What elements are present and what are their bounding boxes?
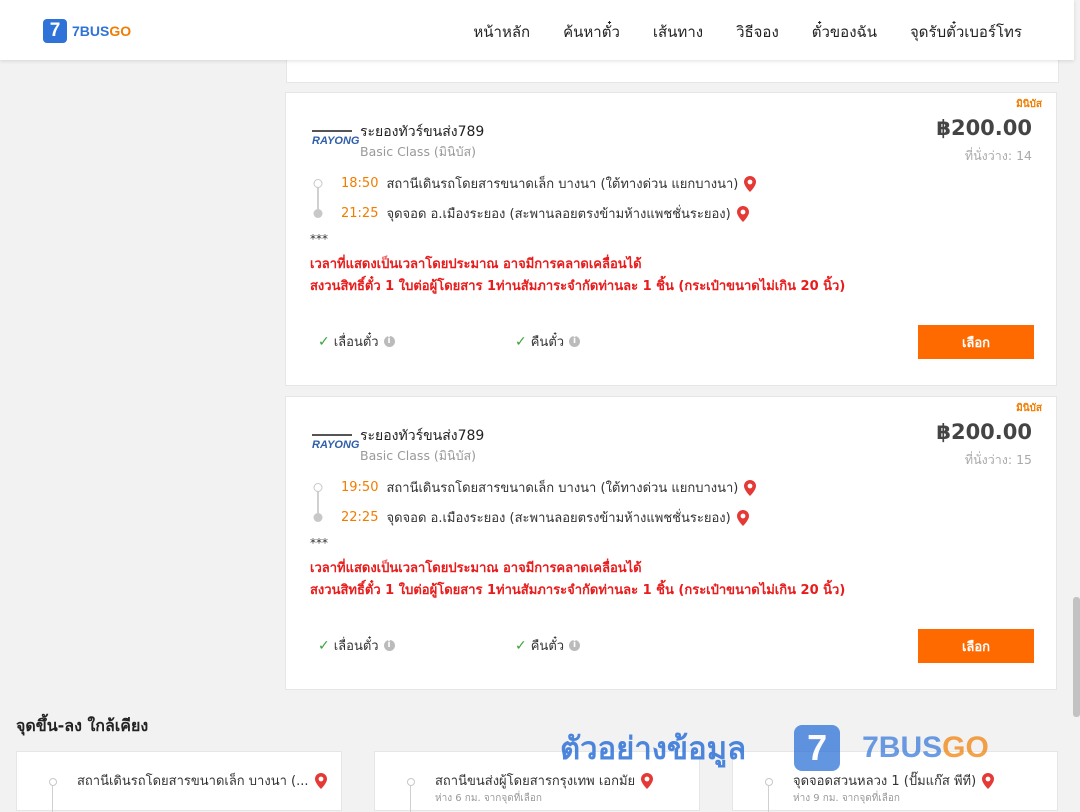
departure-dot-icon	[313, 483, 323, 492]
map-pin-icon[interactable]	[641, 772, 654, 789]
check-icon: ✓	[515, 333, 527, 350]
stop-line	[52, 786, 53, 812]
arrival-place: จุดจอด อ.เมืองระยอง (สะพานลอยตรงข้ามห้าง…	[386, 207, 731, 222]
reschedule-policy: ✓ เลื่อนตั๋ว i	[318, 635, 395, 656]
trip-card: มินิบัส RAYONG ระยองทัวร์ขนส่ง789 Basic …	[285, 92, 1057, 386]
time-notice: เวลาที่แสดงเป็นเวลาโดยประมาณ อาจมีการคลา…	[310, 257, 642, 272]
refund-label: คืนตั๋ว	[530, 335, 565, 350]
nearby-stops-title: จุดขึ้น-ลง ใกล้เคียง	[16, 716, 149, 735]
check-icon: ✓	[318, 637, 330, 654]
nav-item-how-to-book[interactable]: วิธีจอง	[736, 20, 779, 44]
nearby-stop-distance: ห่าง 9 กม. จากจุดที่เลือก	[793, 793, 900, 804]
nearby-stop-card[interactable]: สถานีเดินรถโดยสารขนาดเล็ก บางนา (...	[16, 751, 342, 812]
scrollbar-thumb[interactable]	[1073, 597, 1080, 717]
nearby-stop-name: สถานีเดินรถโดยสารขนาดเล็ก บางนา (...	[77, 770, 327, 791]
main-nav: หน้าหลัก ค้นหาตั๋ว เส้นทาง วิธีจอง ตั๋วข…	[440, 20, 1022, 44]
arrival-stop: 21:25 จุดจอด อ.เมืองระยอง (สะพานลอยตรงข้…	[341, 203, 749, 224]
operator-name: ระยองทัวร์ขนส่ง789	[360, 124, 485, 140]
nav-item-routes[interactable]: เส้นทาง	[653, 20, 703, 44]
seats-available: ที่นั่งว่าง: 14	[964, 148, 1032, 163]
trip-card: มินิบัส RAYONG ระยองทัวร์ขนส่ง789 Basic …	[285, 396, 1057, 690]
vehicle-type-badge: มินิบัส	[1016, 403, 1042, 414]
info-icon[interactable]: i	[569, 640, 581, 651]
map-pin-icon[interactable]	[744, 175, 757, 192]
time-notice: เวลาที่แสดงเป็นเวลาโดยประมาณ อาจมีการคลา…	[310, 561, 642, 576]
stop-line	[410, 786, 411, 812]
ticket-price: ฿200.00	[936, 116, 1032, 140]
reschedule-policy: ✓ เลื่อนตั๋ว i	[318, 331, 395, 352]
departure-place: สถานีเดินรถโดยสารขนาดเล็ก บางนา (ใต้ทางด…	[386, 481, 739, 496]
arrival-dot-icon	[313, 209, 323, 218]
check-icon: ✓	[515, 637, 527, 654]
select-trip-button[interactable]: เลือก	[918, 629, 1034, 663]
nearby-stop-card[interactable]: สถานีขนส่งผู้โดยสารกรุงเทพ เอกมัย ห่าง 6…	[374, 751, 700, 812]
arrival-time: 21:25	[341, 206, 379, 221]
select-trip-button[interactable]: เลือก	[918, 325, 1034, 359]
info-icon[interactable]: i	[569, 336, 581, 347]
stop-dot-icon	[407, 778, 415, 786]
reschedule-label: เลื่อนตั๋ว	[333, 639, 379, 654]
departure-stop: 19:50 สถานีเดินรถโดยสารขนาดเล็ก บางนา (ใ…	[341, 477, 757, 498]
nav-item-ticket-pickup[interactable]: จุดรับตั๋วเบอร์โทร	[910, 20, 1022, 44]
luggage-notice: สงวนสิทธิ์ตั๋ว 1 ใบต่อผู้โดยสาร 1ท่านสัม…	[310, 279, 846, 294]
page-scrollbar[interactable]	[1073, 0, 1080, 800]
refund-policy: ✓ คืนตั๋ว i	[515, 331, 581, 352]
departure-time: 19:50	[341, 480, 379, 495]
nearby-stop-name: จุดจอดสวนหลวง 1 (ปั๊มแก๊ส พีที)	[793, 770, 995, 791]
stop-dot-icon	[765, 778, 773, 786]
reschedule-label: เลื่อนตั๋ว	[333, 335, 379, 350]
bus-class: Basic Class (มินิบัส)	[360, 144, 477, 159]
logo-text: 7BUSGO	[72, 23, 132, 39]
info-icon[interactable]: i	[383, 640, 395, 651]
nearby-stop-distance: ห่าง 6 กม. จากจุดที่เลือก	[435, 793, 542, 804]
nearby-stop-card[interactable]: จุดจอดสวนหลวง 1 (ปั๊มแก๊ส พีที) ห่าง 9 ก…	[732, 751, 1058, 812]
ticket-price: ฿200.00	[936, 420, 1032, 444]
nav-item-home[interactable]: หน้าหลัก	[473, 20, 530, 44]
operator-name: ระยองทัวร์ขนส่ง789	[360, 428, 485, 444]
arrival-dot-icon	[313, 513, 323, 522]
site-logo[interactable]: 7 7BUSGO	[43, 19, 131, 43]
refund-label: คืนตั๋ว	[530, 639, 565, 654]
nav-item-search-ticket[interactable]: ค้นหาตั๋ว	[563, 20, 620, 44]
nav-item-my-tickets[interactable]: ตั๋วของฉัน	[812, 20, 877, 44]
departure-time: 18:50	[341, 176, 379, 191]
check-icon: ✓	[318, 333, 330, 350]
remarks-marker: ***	[310, 536, 328, 550]
bus-class: Basic Class (มินิบัส)	[360, 448, 477, 463]
operator-logo: RAYONG	[312, 434, 359, 454]
refund-policy: ✓ คืนตั๋ว i	[515, 635, 581, 656]
arrival-place: จุดจอด อ.เมืองระยอง (สะพานลอยตรงข้ามห้าง…	[386, 511, 731, 526]
map-pin-icon[interactable]	[736, 205, 749, 222]
remarks-marker: ***	[310, 232, 328, 246]
logo-mark-icon: 7	[43, 19, 67, 43]
stop-dot-icon	[49, 778, 57, 786]
departure-place: สถานีเดินรถโดยสารขนาดเล็ก บางนา (ใต้ทางด…	[386, 177, 739, 192]
departure-dot-icon	[313, 179, 323, 188]
vehicle-type-badge: มินิบัส	[1016, 99, 1042, 110]
map-pin-icon[interactable]	[736, 509, 749, 526]
nearby-stop-name: สถานีขนส่งผู้โดยสารกรุงเทพ เอกมัย	[435, 770, 654, 791]
info-icon[interactable]: i	[383, 336, 395, 347]
arrival-stop: 22:25 จุดจอด อ.เมืองระยอง (สะพานลอยตรงข้…	[341, 507, 749, 528]
luggage-notice: สงวนสิทธิ์ตั๋ว 1 ใบต่อผู้โดยสาร 1ท่านสัม…	[310, 583, 846, 598]
map-pin-icon[interactable]	[314, 772, 327, 789]
arrival-time: 22:25	[341, 510, 379, 525]
map-pin-icon[interactable]	[744, 479, 757, 496]
map-pin-icon[interactable]	[982, 772, 995, 789]
departure-stop: 18:50 สถานีเดินรถโดยสารขนาดเล็ก บางนา (ใ…	[341, 173, 757, 194]
stop-line	[768, 786, 769, 812]
top-navbar: 7 7BUSGO หน้าหลัก ค้นหาตั๋ว เส้นทาง วิธี…	[0, 0, 1074, 60]
seats-available: ที่นั่งว่าง: 15	[964, 452, 1032, 467]
operator-logo: RAYONG	[312, 130, 359, 150]
